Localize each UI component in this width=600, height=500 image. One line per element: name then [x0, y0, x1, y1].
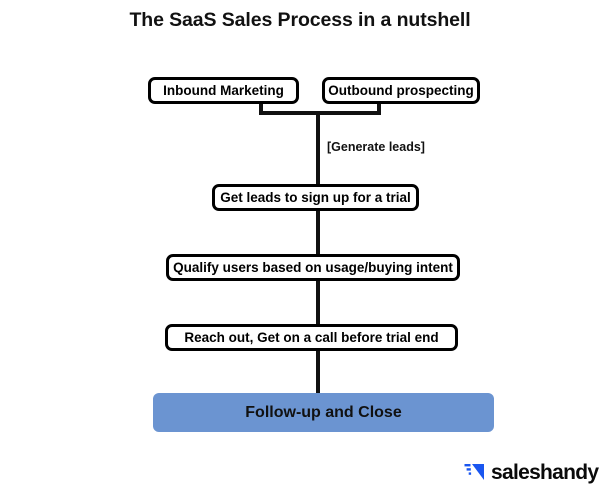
connector-sources-to-trial [316, 113, 320, 186]
edge-label-generate-leads: [Generate leads] [327, 140, 425, 154]
diagram-canvas: The SaaS Sales Process in a nutshell [Ge… [0, 0, 600, 500]
flow-node-qualify-users[interactable]: Qualify users based on usage/buying inte… [166, 254, 460, 281]
flow-node-reach-out[interactable]: Reach out, Get on a call before trial en… [165, 324, 458, 351]
flow-node-get-leads-trial[interactable]: Get leads to sign up for a trial [212, 184, 419, 211]
saleshandy-logo: saleshandy [463, 460, 599, 484]
arrow-triangle-icon [464, 464, 484, 480]
connector-qualify-to-reachout [316, 279, 320, 326]
flow-node-follow-up-and-close[interactable]: Follow-up and Close [153, 393, 494, 432]
flow-node-outbound-prospecting[interactable]: Outbound prospecting [322, 77, 480, 104]
page-title: The SaaS Sales Process in a nutshell [129, 9, 471, 31]
connector-bracket-bar [259, 111, 381, 115]
flow-node-inbound-marketing[interactable]: Inbound Marketing [148, 77, 299, 104]
connector-trial-to-qualify [316, 209, 320, 256]
saleshandy-wordmark: saleshandy [491, 460, 599, 484]
connector-reachout-to-followup [316, 349, 320, 395]
